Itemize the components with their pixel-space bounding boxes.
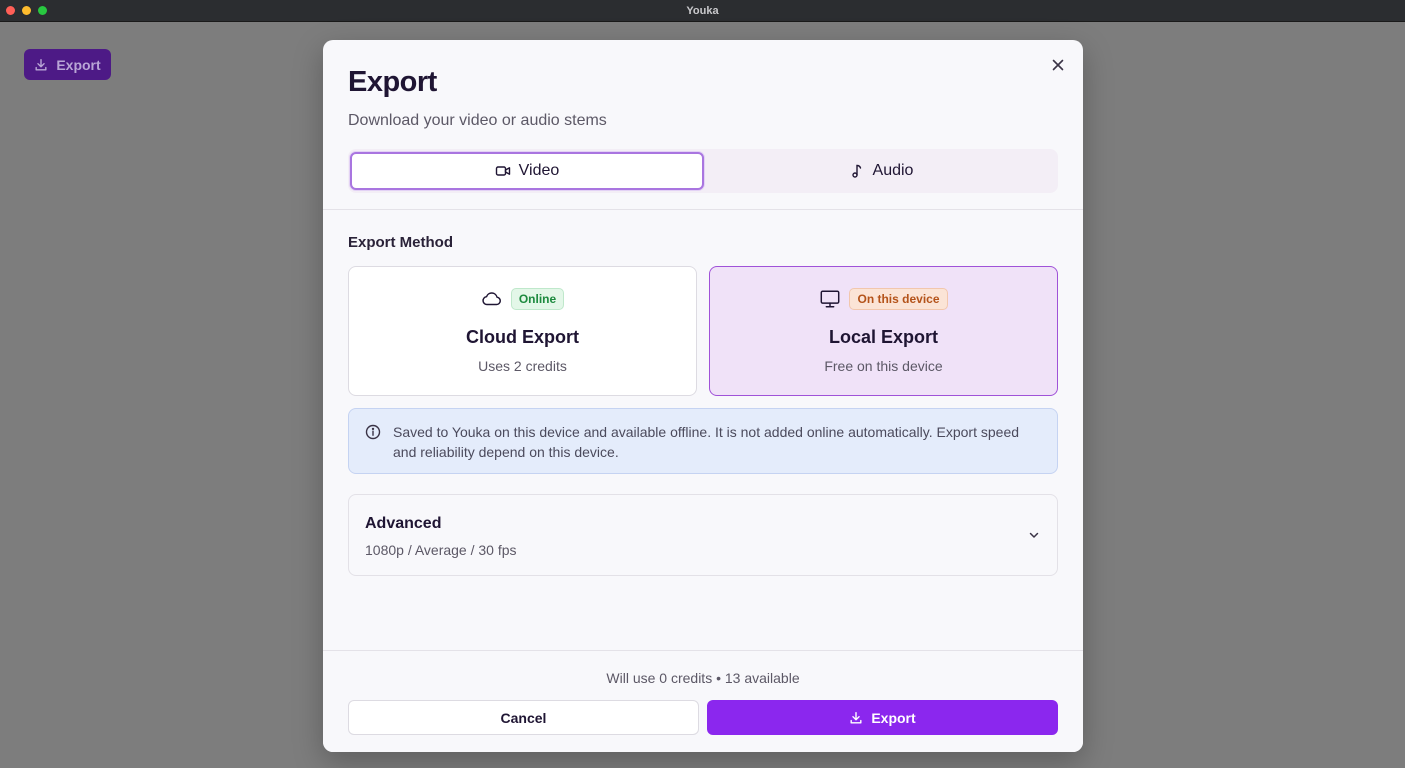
close-button[interactable] — [1049, 56, 1067, 74]
tab-video-label: Video — [518, 162, 560, 179]
export-dialog: Export Download your video or audio stem… — [323, 40, 1083, 752]
export-button-label: Export — [871, 709, 916, 726]
cloud-export-subtitle: Uses 2 credits — [478, 358, 567, 374]
cloud-export-title: Cloud Export — [466, 327, 579, 347]
dialog-footer: Will use 0 credits • 13 available Cancel… — [323, 650, 1083, 752]
tab-video[interactable]: Video — [350, 152, 704, 190]
dialog-subtitle: Download your video or audio stems — [348, 112, 607, 129]
media-type-tabs: Video Audio — [348, 149, 1058, 193]
tab-audio-label: Audio — [872, 162, 914, 179]
advanced-summary: 1080p / Average / 30 fps — [365, 542, 517, 558]
music-note-icon — [851, 164, 861, 178]
on-device-badge: On this device — [849, 288, 948, 310]
advanced-title: Advanced — [365, 515, 442, 532]
download-icon — [35, 58, 47, 71]
download-icon — [850, 711, 862, 724]
advanced-settings-toggle[interactable]: Advanced 1080p / Average / 30 fps — [348, 494, 1058, 576]
window-title: Youka — [686, 4, 719, 17]
local-export-header: On this device — [710, 288, 1057, 310]
header-divider — [323, 209, 1083, 210]
chevron-down-icon — [1029, 532, 1039, 538]
tab-audio[interactable]: Audio — [704, 152, 1058, 190]
close-icon — [1052, 59, 1064, 71]
cancel-button[interactable]: Cancel — [348, 700, 699, 735]
info-icon — [365, 424, 381, 440]
monitor-icon — [821, 290, 840, 308]
credits-summary: Will use 0 credits • 13 available — [606, 670, 800, 686]
online-badge: Online — [510, 288, 565, 310]
local-export-title: Local Export — [828, 327, 939, 347]
window-controls — [6, 6, 47, 15]
video-camera-icon — [495, 166, 510, 176]
dialog-title: Export — [348, 66, 437, 98]
window-maximize-button[interactable] — [38, 6, 47, 15]
local-export-option[interactable]: On this device Local Export Free on this… — [709, 266, 1058, 396]
local-export-subtitle: Free on this device — [824, 358, 943, 374]
info-message: Saved to Youka on this device and availa… — [348, 408, 1058, 474]
cloud-export-option[interactable]: Online Cloud Export Uses 2 credits — [348, 266, 697, 396]
cloud-export-header: Online — [349, 288, 696, 310]
export-button[interactable]: Export — [707, 700, 1058, 735]
background-export-label: Export — [56, 56, 101, 73]
background-export-button[interactable]: Export — [24, 49, 111, 80]
info-text: Saved to Youka on this device and availa… — [393, 424, 1020, 460]
window-minimize-button[interactable] — [22, 6, 31, 15]
window-close-button[interactable] — [6, 6, 15, 15]
export-method-label: Export Method — [348, 234, 453, 251]
cloud-icon — [482, 292, 501, 306]
window-titlebar: Youka — [0, 0, 1405, 22]
